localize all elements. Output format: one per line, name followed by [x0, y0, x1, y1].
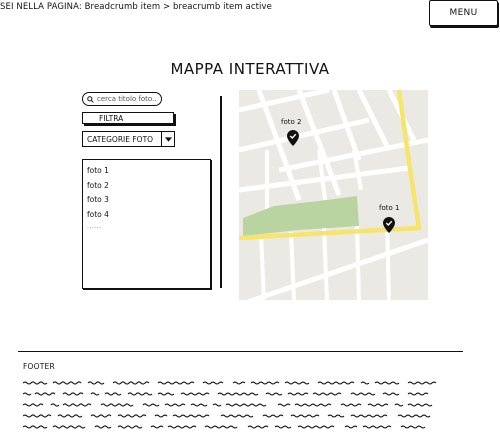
- footer-divider: [18, 351, 463, 353]
- placeholder-text-line: [23, 403, 433, 407]
- placeholder-text-line: [23, 392, 429, 396]
- map-pin-check-icon[interactable]: [287, 130, 299, 146]
- chevron-down-icon[interactable]: [161, 132, 174, 146]
- filter-button[interactable]: FILTRA: [82, 112, 174, 124]
- placeholder-text-line: [23, 381, 437, 385]
- breadcrumb: SEI NELLA PAGINA: Breadcrumb item > brea…: [0, 2, 272, 12]
- page-title: MAPPA INTERATTIVA: [170, 60, 330, 78]
- map-pin-label: foto 2: [281, 118, 302, 126]
- placeholder-text-line: [23, 425, 426, 429]
- vertical-divider: [220, 96, 222, 288]
- interactive-map[interactable]: foto 2 foto 1: [239, 90, 428, 300]
- menu-button[interactable]: MENU: [429, 0, 498, 26]
- list-item[interactable]: foto 4: [87, 208, 210, 223]
- photo-list[interactable]: foto 1 foto 2 foto 3 foto 4 ......: [82, 159, 211, 289]
- map-canvas[interactable]: [239, 90, 428, 300]
- category-select-value: CATEGORIE FOTO: [87, 134, 154, 144]
- search-placeholder: cerca titolo foto..: [97, 95, 157, 103]
- map-pin-label: foto 1: [379, 204, 400, 212]
- list-more-indicator: ......: [87, 223, 102, 230]
- placeholder-text-line: [23, 414, 431, 418]
- search-input[interactable]: cerca titolo foto..: [82, 92, 162, 106]
- category-select[interactable]: CATEGORIE FOTO: [82, 131, 175, 147]
- list-item[interactable]: foto 3: [87, 193, 210, 208]
- map-pin-check-icon[interactable]: [383, 217, 395, 233]
- search-icon: [87, 95, 94, 103]
- list-item[interactable]: foto 1: [87, 164, 210, 179]
- footer-title: FOOTER: [23, 362, 55, 371]
- list-item[interactable]: foto 2: [87, 179, 210, 194]
